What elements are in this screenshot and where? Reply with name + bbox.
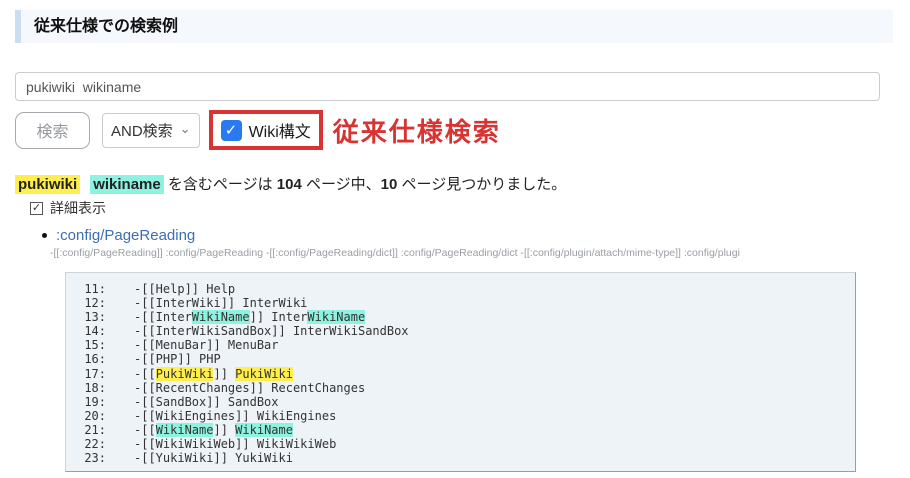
detail-display-checkbox[interactable]: ✓ [30, 202, 43, 215]
line-number: 21: [84, 423, 106, 437]
search-term-1: pukiwiki [15, 175, 80, 194]
line-content: -[[InterWiki]] InterWiki [134, 296, 307, 310]
code-line: 15: -[[MenuBar]] MenuBar [84, 338, 847, 352]
line-number: 17: [84, 367, 106, 381]
code-line: 22: -[[WikiWikiWeb]] WikiWikiWeb [84, 437, 847, 451]
search-input[interactable] [15, 72, 880, 101]
code-line: 14: -[[InterWikiSandBox]] InterWikiSandBo… [84, 324, 847, 338]
code-line: 12: -[[InterWiki]] InterWiki [84, 296, 847, 310]
line-number: 16: [84, 352, 106, 366]
line-number: 12: [84, 296, 106, 310]
line-number: 22: [84, 437, 106, 451]
result-text-contains: を含むページは [164, 176, 277, 193]
search-mode-value: AND検索 [111, 120, 173, 141]
line-content: -[[PukiWiki]] PukiWiki [134, 367, 293, 381]
checkmark-icon: ✓ [225, 123, 238, 138]
checkmark-icon: ✓ [32, 203, 41, 214]
annotation-text: 従来仕様検索 [333, 112, 501, 149]
code-line: 18: -[[RecentChanges]] RecentChanges [84, 381, 847, 395]
result-summary: pukiwiki wikiname を含むページは 104 ページ中、10 ページ… [15, 173, 910, 194]
line-number: 15: [84, 338, 106, 352]
search-term-2: wikiname [90, 175, 164, 194]
line-number: 20: [84, 409, 106, 423]
code-line: 23: -[[YukiWiki]] YukiWiki [84, 451, 847, 465]
wiki-syntax-label: Wiki構文 [249, 118, 311, 142]
pukiwiki-search-page: 従来仕様での検索例 検索 AND検索 ⌄ ✓ Wiki構文 従来仕様検索 puk… [0, 10, 910, 478]
line-number: 18: [84, 381, 106, 395]
code-line: 20: -[[WikiEngines]] WikiEngines [84, 409, 847, 423]
line-number: 14: [84, 324, 106, 338]
detail-display-label: 詳細表示 [50, 198, 106, 218]
code-line: 19: -[[SandBox]] SandBox [84, 395, 847, 409]
line-content: -[[YukiWiki]] YukiWiki [134, 451, 293, 465]
line-content: -[[PHP]] PHP [134, 352, 221, 366]
result-text-of: ページ中、 [302, 176, 381, 193]
detail-display-row: ✓ 詳細表示 [30, 198, 910, 218]
wiki-syntax-highlight-box: ✓ Wiki構文 [209, 110, 323, 150]
code-line: 17: -[[PukiWiki]] PukiWiki [84, 367, 847, 381]
line-number: 23: [84, 451, 106, 465]
line-content: -[[WikiEngines]] WikiEngines [134, 409, 336, 423]
line-content: -[[InterWikiName]] InterWikiName [134, 310, 365, 324]
page-title: 従来仕様での検索例 [34, 18, 178, 35]
section-header: 従来仕様での検索例 [15, 10, 893, 43]
result-page-link[interactable]: :config/PageReading [56, 227, 195, 244]
wiki-syntax-checkbox[interactable]: ✓ [221, 120, 242, 141]
total-pages-count: 104 [277, 176, 302, 193]
line-content: -[[RecentChanges]] RecentChanges [134, 381, 365, 395]
search-mode-select[interactable]: AND検索 ⌄ [102, 113, 200, 148]
line-content: -[[SandBox]] SandBox [134, 395, 279, 409]
code-line: 13: -[[InterWikiName]] InterWikiName [84, 310, 847, 324]
code-line: 16: -[[PHP]] PHP [84, 352, 847, 366]
code-lines: 11: -[[Help]] Help 12: -[[InterWiki]] Inter… [84, 282, 847, 465]
search-controls: 検索 AND検索 ⌄ ✓ Wiki構文 従来仕様検索 [15, 110, 910, 150]
bullet-icon [42, 233, 47, 238]
search-button[interactable]: 検索 [15, 112, 90, 149]
line-number: 11: [84, 282, 106, 296]
code-line: 11: -[[Help]] Help [84, 282, 847, 296]
line-number: 19: [84, 395, 106, 409]
source-code-block: 11: -[[Help]] Help 12: -[[InterWiki]] Inter… [65, 272, 856, 472]
line-number: 13: [84, 310, 106, 324]
code-line: 21: -[[WikiName]] WikiName [84, 423, 847, 437]
line-content: -[[WikiWikiWeb]] WikiWikiWeb [134, 437, 336, 451]
line-content: -[[WikiName]] WikiName [134, 423, 293, 437]
line-content: -[[Help]] Help [134, 282, 235, 296]
found-pages-count: 10 [381, 176, 398, 193]
result-list-item: :config/PageReading [42, 227, 910, 244]
chevron-down-icon: ⌄ [180, 122, 191, 135]
line-content: -[[MenuBar]] MenuBar [134, 338, 279, 352]
line-content: -[[InterWikiSandBox]] InterWikiSandBox [134, 324, 409, 338]
result-snippet: -[[:config/PageReading]] :config/PageRea… [50, 247, 890, 259]
result-text-found: ページ見つかりました。 [397, 176, 566, 193]
